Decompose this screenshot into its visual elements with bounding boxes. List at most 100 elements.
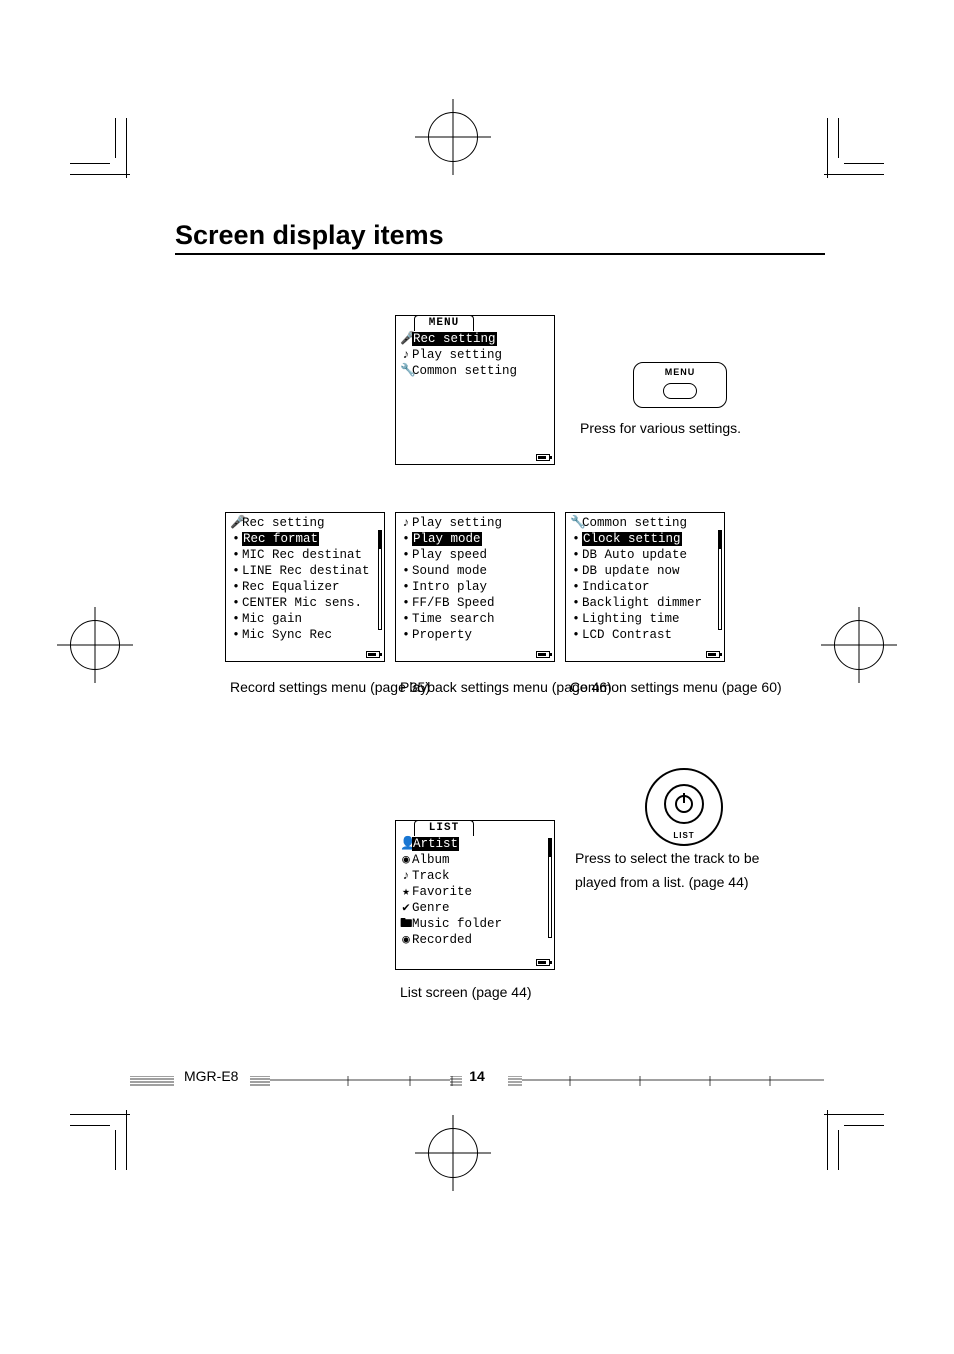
menu-item: •Indicator (570, 579, 720, 595)
mic-icon: 🎤 (230, 515, 242, 531)
menu-item-label: Favorite (412, 885, 472, 899)
bullet-icon: • (230, 595, 242, 611)
bullet-icon: • (230, 547, 242, 563)
bullet-icon: • (570, 563, 582, 579)
menu-item-label: Intro play (412, 580, 487, 594)
menu-item: •Intro play (400, 579, 550, 595)
menu-item-label: Property (412, 628, 472, 642)
menu-item-label: Rec format (242, 532, 319, 546)
bullet-icon: • (230, 627, 242, 643)
menu-item: ♪Play setting (400, 347, 550, 363)
menu-item: ♪Track (400, 868, 550, 884)
star-icon: ★ (400, 884, 412, 900)
menu-item: •LCD Contrast (570, 627, 720, 643)
folder-icon: 🖿 (400, 916, 412, 932)
menu-item-label: Indicator (582, 580, 650, 594)
scrollbar (718, 530, 722, 630)
menu-item: •DB Auto update (570, 547, 720, 563)
menu-item: •DB update now (570, 563, 720, 579)
menu-item-label: Sound mode (412, 564, 487, 578)
menu-item: •Clock setting (570, 531, 720, 547)
menu-item: •Play speed (400, 547, 550, 563)
menu-item-label: Rec Equalizer (242, 580, 340, 594)
menu-item-label: Mic Sync Rec (242, 628, 332, 642)
menu-item-label: DB update now (582, 564, 680, 578)
battery-icon (706, 651, 720, 658)
menu-item: •LINE Rec destinat (230, 563, 380, 579)
menu-button-label: MENU (634, 367, 726, 377)
menu-item-label: Time search (412, 612, 495, 626)
menu-item: 🔧Common setting (400, 363, 550, 379)
menu-item: •FF/FB Speed (400, 595, 550, 611)
menu-item-label: LINE Rec destinat (242, 564, 370, 578)
menu-item-label: Mic gain (242, 612, 302, 626)
title-rule (175, 253, 825, 255)
menu-lcd: MENU 🎤Rec setting♪Play setting🔧Common se… (395, 315, 555, 465)
bullet-icon: • (400, 547, 412, 563)
play-header: ♪Play setting (400, 515, 550, 531)
menu-item: •Rec format (230, 531, 380, 547)
list-button-caption: Press to select the track to be played f… (575, 846, 775, 894)
menu-item-label: FF/FB Speed (412, 596, 495, 610)
menu-item: •Backlight dimmer (570, 595, 720, 611)
play-setting-lcd: ♪Play setting •Play mode•Play speed•Soun… (395, 512, 555, 662)
battery-icon (366, 651, 380, 658)
menu-item: •Property (400, 627, 550, 643)
bullet-icon: • (570, 547, 582, 563)
note-icon: ♪ (400, 515, 412, 531)
menu-item: •Sound mode (400, 563, 550, 579)
menu-item: ★Favorite (400, 884, 550, 900)
bullet-icon: • (400, 627, 412, 643)
page-title: Screen display items (175, 220, 825, 251)
menu-item-label: Recorded (412, 933, 472, 947)
power-icon (675, 795, 693, 813)
menu-tab: MENU (414, 315, 474, 331)
battery-icon (536, 959, 550, 966)
rec-header: 🎤Rec setting (230, 515, 380, 531)
menu-item: 👤Artist (400, 836, 550, 852)
menu-button-key (663, 383, 697, 399)
list-hardware-button[interactable]: LIST (645, 768, 723, 846)
menu-item: •CENTER Mic sens. (230, 595, 380, 611)
bullet-icon: • (230, 563, 242, 579)
scrollbar (548, 838, 552, 938)
menu-item-label: Rec setting (412, 332, 497, 346)
wrench-icon: 🔧 (400, 363, 412, 379)
menu-item: •Lighting time (570, 611, 720, 627)
note-icon: ♪ (400, 347, 412, 363)
menu-item: 🖿Music folder (400, 916, 550, 932)
bullet-icon: • (570, 611, 582, 627)
mic-icon: 🎤 (400, 331, 412, 347)
menu-item-label: Album (412, 853, 450, 867)
tag-icon: ✔ (400, 900, 412, 916)
bullet-icon: • (400, 563, 412, 579)
bullet-icon: • (400, 595, 412, 611)
menu-hardware-button[interactable]: MENU (633, 362, 727, 408)
battery-icon (536, 651, 550, 658)
bullet-icon: • (570, 627, 582, 643)
menu-item: ✔Genre (400, 900, 550, 916)
menu-item-label: Play mode (412, 532, 482, 546)
common-header: 🔧Common setting (570, 515, 720, 531)
menu-item: •Time search (400, 611, 550, 627)
wrench-icon: 🔧 (570, 515, 582, 531)
menu-button-caption: Press for various settings. (580, 416, 741, 440)
bullet-icon: • (400, 611, 412, 627)
common-setting-lcd: 🔧Common setting •Clock setting•DB Auto u… (565, 512, 725, 662)
menu-item-label: Music folder (412, 917, 502, 931)
page-footer: MGR-E8 14 (130, 1068, 824, 1098)
menu-item-label: MIC Rec destinat (242, 548, 362, 562)
scrollbar (378, 530, 382, 630)
list-caption: List screen (page 44) (400, 980, 532, 1004)
menu-item-label: Genre (412, 901, 450, 915)
rec-setting-lcd: 🎤Rec setting •Rec format•MIC Rec destina… (225, 512, 385, 662)
list-tab: LIST (414, 820, 474, 836)
menu-item: •MIC Rec destinat (230, 547, 380, 563)
menu-item-label: Track (412, 869, 450, 883)
menu-item: ◉Album (400, 852, 550, 868)
menu-item-label: Play setting (412, 348, 502, 362)
menu-item: •Mic gain (230, 611, 380, 627)
bullet-icon: • (400, 579, 412, 595)
page-content: Screen display items MENU 🎤Rec setting♪P… (175, 220, 825, 315)
menu-item-label: Clock setting (582, 532, 682, 546)
